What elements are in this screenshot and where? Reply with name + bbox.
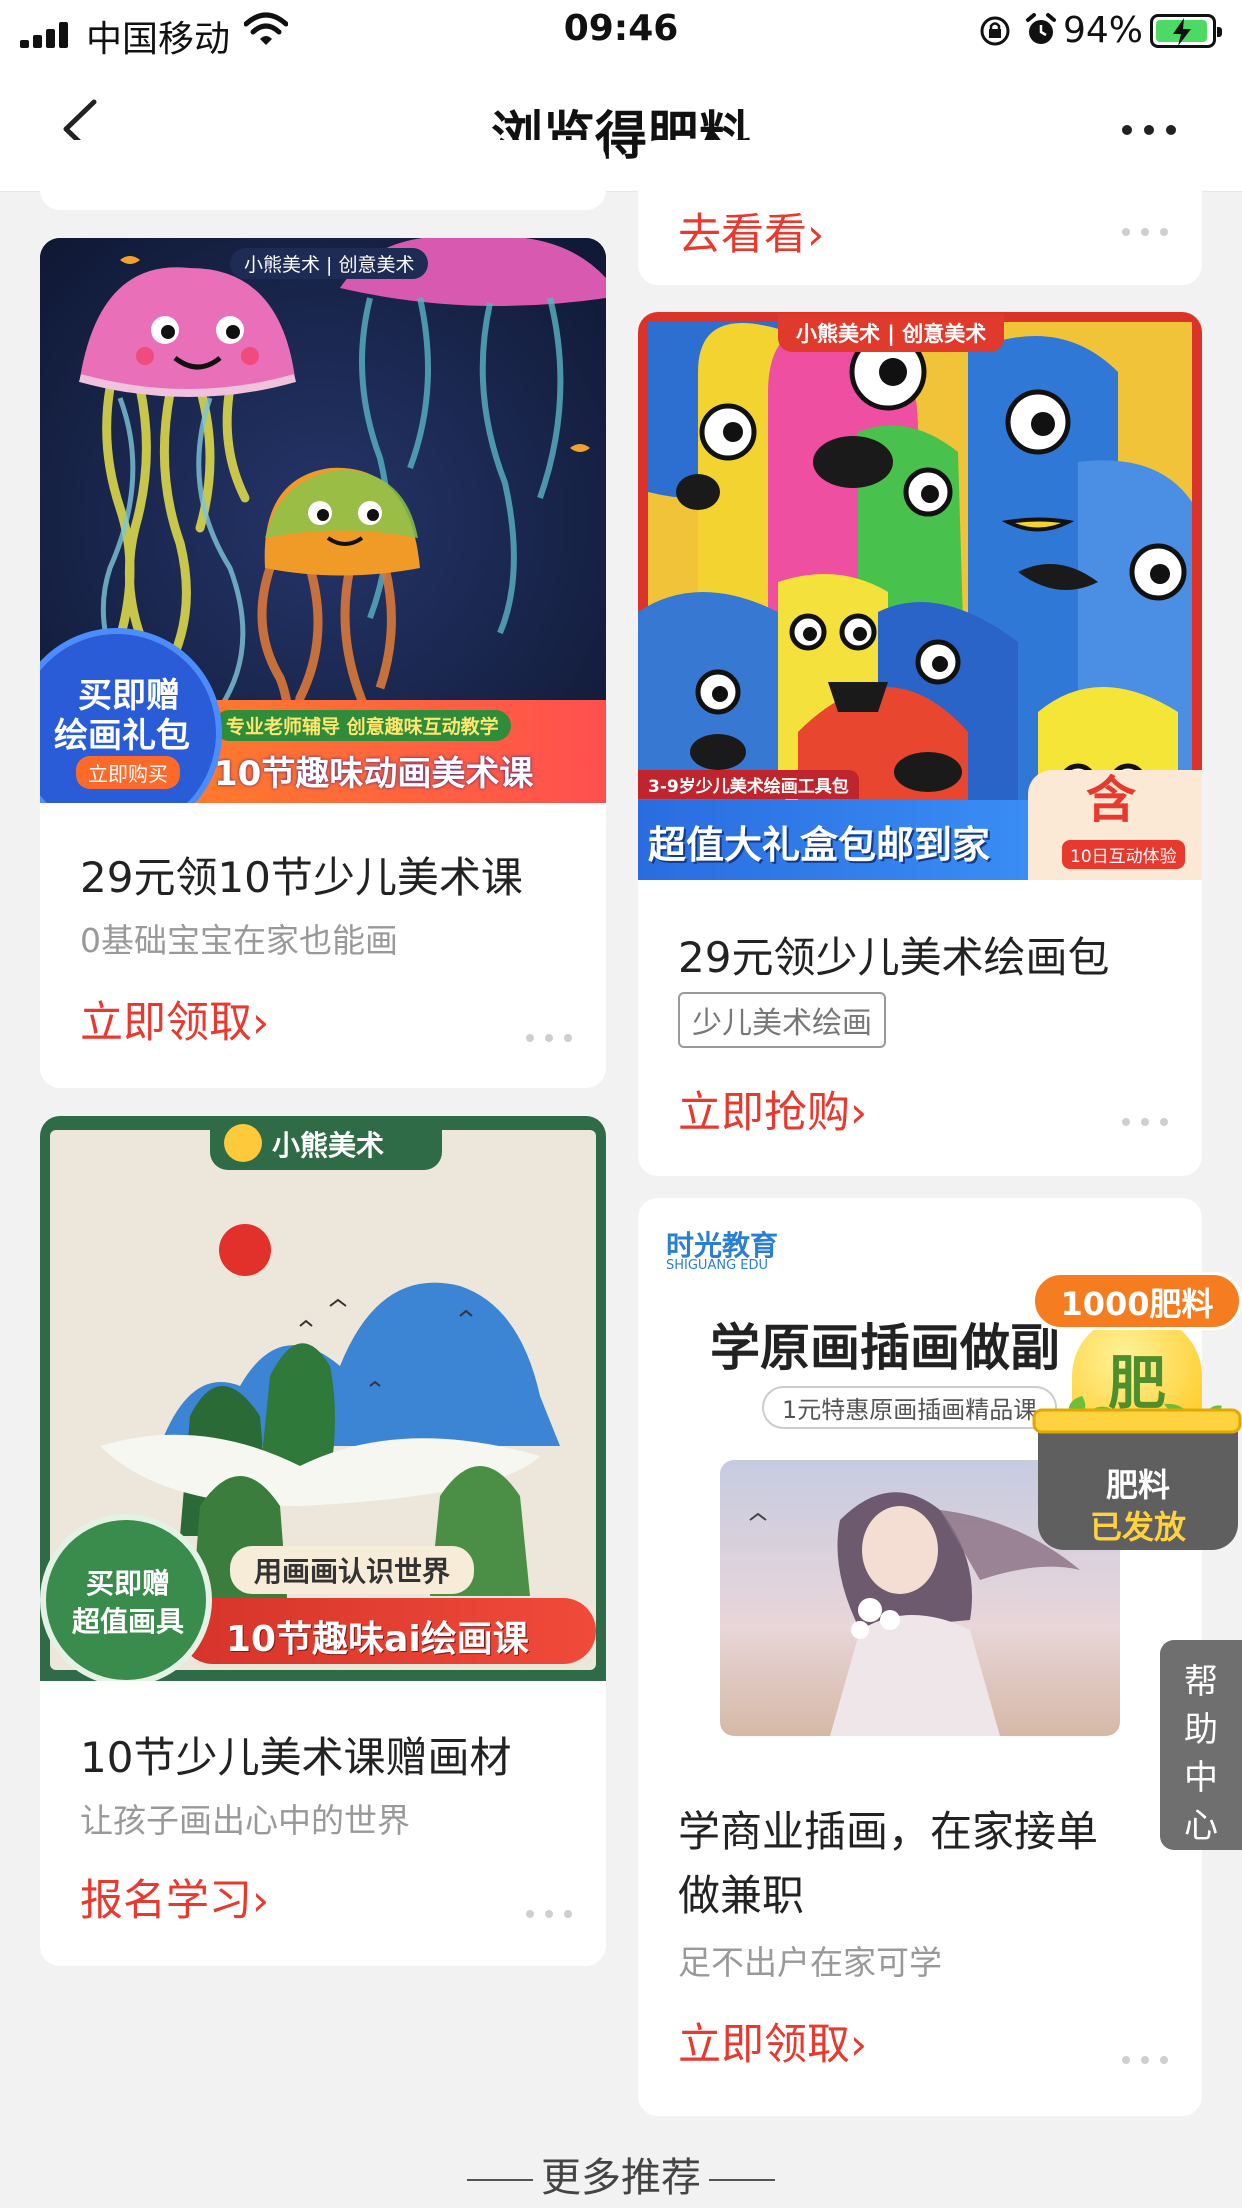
brand-badge: 小熊美术 | 创意美术: [230, 248, 429, 279]
battery-percent: 94%: [1063, 10, 1144, 51]
status-bar: 中国移动 09:46 94%: [0, 0, 1242, 62]
brand-badge: 小熊美术: [210, 1116, 442, 1170]
promo-banner: 超值大礼盒包邮到家: [638, 800, 1038, 880]
card-title: 29元领10节少儿美术课: [80, 853, 523, 902]
leaf-icon: [1032, 1396, 1242, 1434]
lock-rotation-icon: [980, 16, 1010, 46]
card-subtitle: 让孩子画出心中的世界: [80, 1801, 410, 1840]
card-subtitle: 足不出户在家可学: [678, 1943, 942, 1982]
card-title: 29元领少儿美术绘画包: [678, 933, 1110, 982]
product-image: 小熊美术 用画画认识世界 10节趣味ai绘画课 买即赠 超值画具: [40, 1116, 606, 1681]
product-card[interactable]: 小熊美术 用画画认识世界 10节趣味ai绘画课 买即赠 超值画具 10节少儿美术…: [40, 1116, 606, 1966]
cta-link[interactable]: 立即抢购›: [678, 1078, 867, 1140]
card-title: 10节少儿美术课赠画材: [80, 1733, 512, 1782]
brand-badge: 小熊美术 | 创意美术: [778, 314, 1005, 352]
promo-ribbon: 10节趣味ai绘画课: [180, 1598, 596, 1664]
more-dots-icon[interactable]: [1122, 226, 1168, 238]
category-tag: 少儿美术绘画: [678, 992, 886, 1048]
more-icon[interactable]: [1120, 120, 1180, 140]
ribbon-big: 10节趣味动画美术课: [214, 754, 534, 794]
more-recommendations-divider: 更多推荐: [0, 2145, 1242, 2203]
product-card[interactable]: 小熊美术 | 创意美术 专业老师辅导 创意趣味互动教学 10节趣味动画美术课 买…: [40, 238, 606, 1088]
ad-subline: 1元特惠原画插画精品课: [762, 1386, 1058, 1429]
more-dots-icon[interactable]: [526, 1908, 572, 1920]
more-recommendations-label: 更多推荐: [541, 2155, 701, 2201]
gift-box-badge: 含 10日互动体验: [1028, 770, 1202, 880]
ad-headline: 学原画插画做副: [710, 1319, 1060, 1377]
card-title-line1: 学商业插画，在家接单: [678, 1807, 1099, 1856]
cta-link[interactable]: 立即领取›: [678, 2010, 867, 2072]
help-center-tab[interactable]: 帮助中心: [1160, 1640, 1242, 1850]
fertilizer-reward-widget[interactable]: 肥料 已发放 肥 1000肥料: [1032, 1272, 1242, 1560]
promo-ribbon: 专业老师辅导 创意趣味互动教学 10节趣味动画美术课: [190, 700, 606, 803]
age-label: 3-9岁少儿美术绘画工具包: [638, 770, 859, 799]
ribbon-small: 用画画认识世界: [230, 1546, 475, 1594]
more-dots-icon[interactable]: [1122, 2054, 1168, 2066]
alarm-icon: [1026, 13, 1056, 44]
more-dots-icon[interactable]: [1122, 1116, 1168, 1128]
more-dots-icon[interactable]: [526, 1032, 572, 1044]
card-subtitle: 0基础宝宝在家也能画: [80, 921, 398, 960]
brand-logo-en: SHIGUANG EDU: [666, 1258, 769, 1273]
help-center-label: 帮助中心: [1184, 1662, 1218, 1846]
partial-card-left[interactable]: [40, 140, 606, 210]
product-image: 小熊美术 | 创意美术 专业老师辅导 创意趣味互动教学 10节趣味动画美术课 买…: [40, 238, 606, 803]
cta-link[interactable]: 报名学习›: [80, 1866, 269, 1928]
card-title-line2: 做兼职: [678, 1871, 805, 1920]
product-card[interactable]: 小熊美术 | 创意美术 3-9岁少儿美术绘画工具包 超值大礼盒包邮到家 含 10…: [638, 312, 1202, 1176]
reward-amount-badge: 1000肥料: [1032, 1272, 1242, 1330]
partial-card-right[interactable]: 去看看›: [638, 140, 1202, 285]
battery-charging-icon: [1150, 14, 1222, 48]
cta-link[interactable]: 去看看›: [678, 200, 824, 262]
buy-now-pill: 立即购买: [76, 756, 180, 789]
reward-panel: 肥料 已发放: [1038, 1422, 1238, 1550]
cta-link[interactable]: 立即领取›: [80, 988, 269, 1050]
gift-badge: 买即赠 超值画具: [40, 1514, 212, 1681]
product-image: 小熊美术 | 创意美术 3-9岁少儿美术绘画工具包 超值大礼盒包邮到家 含 10…: [638, 312, 1202, 880]
ribbon-small: 专业老师辅导 创意趣味互动教学: [214, 710, 511, 741]
